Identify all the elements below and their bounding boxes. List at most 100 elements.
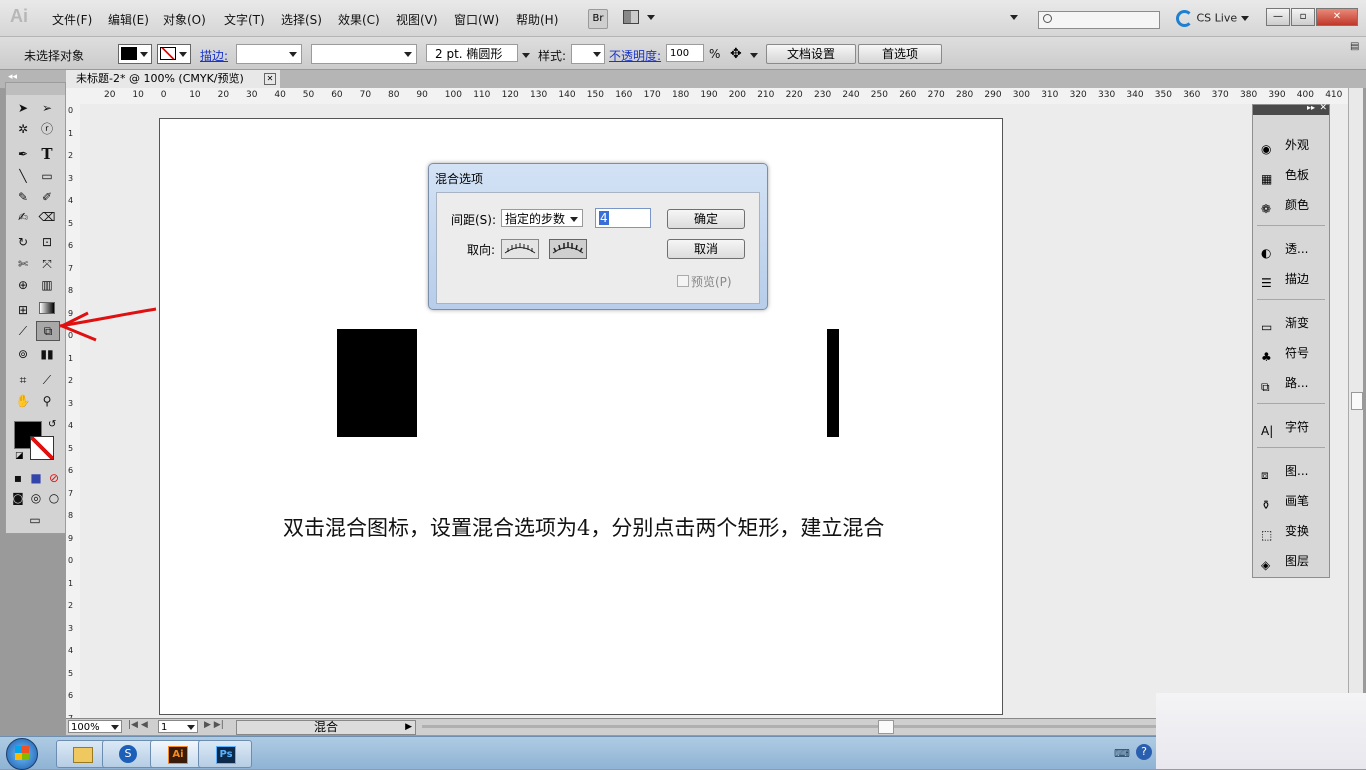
brush-dropdown-icon[interactable] xyxy=(522,53,530,58)
type-tool-icon[interactable]: T xyxy=(36,145,58,163)
ok-button[interactable]: 确定 xyxy=(667,209,745,229)
stroke-swatch[interactable] xyxy=(30,436,54,460)
menu-edit[interactable]: 编辑(E) xyxy=(108,11,149,28)
mesh-tool-icon[interactable]: ⊞ xyxy=(12,301,34,319)
first-artboard-icon[interactable]: |◀ ◀ xyxy=(128,720,148,730)
keyboard-tray-icon[interactable]: ⌨ xyxy=(1114,747,1130,760)
taskbar-sogou-button[interactable]: S xyxy=(102,740,156,768)
rectangle-tool-icon[interactable]: ▭ xyxy=(36,167,58,185)
panel-menu-icon[interactable]: ▤ xyxy=(1350,41,1359,52)
swap-fill-stroke-icon[interactable]: ↺ xyxy=(48,419,56,430)
arrange-documents-button[interactable] xyxy=(622,9,656,27)
panel-item-pathfinder[interactable]: ⧉ 路... xyxy=(1261,373,1325,394)
status-tool-menu[interactable]: 混合 ▶ xyxy=(236,720,416,735)
variable-width-dropdown[interactable] xyxy=(311,44,417,64)
default-fill-stroke-icon[interactable]: ◪ xyxy=(15,451,24,461)
hand-tool-icon[interactable]: ✋ xyxy=(12,392,34,410)
menu-window[interactable]: 窗口(W) xyxy=(454,11,499,28)
brush-definition-dropdown[interactable]: 2 pt. 椭圆形 xyxy=(426,44,518,62)
panel-item-stroke[interactable]: ☰ 描边 xyxy=(1261,269,1325,290)
spacing-dropdown[interactable]: 指定的步数 xyxy=(501,209,583,227)
close-button[interactable]: ✕ xyxy=(1316,8,1358,26)
align-to-path-button[interactable] xyxy=(549,239,587,259)
scroll-thumb[interactable] xyxy=(1351,392,1363,410)
menu-object[interactable]: 对象(O) xyxy=(163,11,206,28)
vertical-scrollbar[interactable] xyxy=(1348,88,1363,718)
menu-help[interactable]: 帮助(H) xyxy=(516,11,558,28)
none-mode-icon[interactable]: ⊘ xyxy=(46,469,62,487)
column-graph-tool-icon[interactable]: ▮▮ xyxy=(36,345,58,363)
horizontal-scroll-thumb[interactable] xyxy=(878,720,894,734)
zoom-tool-icon[interactable]: ⚲ xyxy=(36,392,58,410)
pencil-tool-icon[interactable]: ✐ xyxy=(36,188,58,206)
gradient-mode-icon[interactable]: ■ xyxy=(28,469,44,487)
slice-tool-icon[interactable]: ⟋ xyxy=(36,371,58,389)
maximize-button[interactable]: ▫ xyxy=(1291,8,1315,26)
rotate-tool-icon[interactable]: ↻ xyxy=(12,233,34,251)
panel-item-gradient[interactable]: ▭ 渐变 xyxy=(1261,313,1325,334)
minimize-button[interactable]: — xyxy=(1266,8,1290,26)
selection-tool-icon[interactable]: ➤ xyxy=(12,99,34,117)
close-tab-icon[interactable]: ✕ xyxy=(264,73,276,85)
align-to-page-button[interactable] xyxy=(501,239,539,259)
artboard-tool-icon[interactable]: ⌗ xyxy=(12,371,34,389)
eyedropper-tool-icon[interactable]: ⟋ xyxy=(12,322,34,340)
cs-live-menu[interactable]: CS Live xyxy=(1176,10,1249,27)
draw-normal-icon[interactable]: ◙ xyxy=(10,489,26,507)
scale-tool-icon[interactable]: ⊡ xyxy=(36,233,58,251)
panel-item-symbols[interactable]: ♣ 符号 xyxy=(1261,343,1325,364)
taskbar-illustrator-button[interactable]: Ai xyxy=(150,740,204,768)
artboard-number-dropdown[interactable]: 1 xyxy=(158,720,198,733)
paintbrush-tool-icon[interactable]: ✎ xyxy=(12,188,34,206)
zoom-dropdown[interactable]: 100% xyxy=(68,720,122,733)
start-button[interactable] xyxy=(6,738,38,770)
panel-item-character[interactable]: A| 字符 xyxy=(1261,417,1325,438)
stroke-color-swatch[interactable] xyxy=(157,44,191,64)
workspace-dropdown-icon[interactable] xyxy=(1010,15,1018,20)
close-panels-icon[interactable]: ✕ xyxy=(1319,103,1327,113)
panel-item-transparency[interactable]: ◐ 透... xyxy=(1261,239,1325,260)
width-tool-icon[interactable]: ✄ xyxy=(12,255,34,273)
panel-item-graphic-styles[interactable]: ⧈ 图... xyxy=(1261,461,1325,482)
panel-dock-header[interactable]: ▸▸ ✕ xyxy=(1253,103,1329,115)
taskbar-photoshop-button[interactable]: Ps xyxy=(198,740,252,768)
magic-wand-tool-icon[interactable]: ✲ xyxy=(12,120,34,138)
fill-color-swatch[interactable] xyxy=(118,44,152,64)
direct-selection-tool-icon[interactable]: ➢ xyxy=(36,99,58,117)
steps-input[interactable]: 4 xyxy=(595,208,651,228)
menu-select[interactable]: 选择(S) xyxy=(281,11,322,28)
panel-item-appearance[interactable]: ◉ 外观 xyxy=(1261,135,1325,156)
expand-panels-icon[interactable]: ▸▸ xyxy=(1307,103,1315,112)
preview-checkbox[interactable] xyxy=(677,275,689,287)
symbol-sprayer-tool-icon[interactable]: ⊚ xyxy=(12,345,34,363)
horizontal-scrollbar[interactable] xyxy=(422,725,1272,728)
draw-inside-icon[interactable]: ○ xyxy=(46,489,62,507)
document-setup-button[interactable]: 文档设置 xyxy=(766,44,856,64)
menu-view[interactable]: 视图(V) xyxy=(396,11,438,28)
tools-panel-header[interactable] xyxy=(6,83,65,95)
opacity-label[interactable]: 不透明度: xyxy=(609,47,661,64)
lasso-tool-icon[interactable]: ⓡ xyxy=(36,120,58,138)
stroke-weight-input[interactable] xyxy=(236,44,302,64)
last-artboard-icon[interactable]: ▶ ▶| xyxy=(204,720,224,730)
panel-item-layers[interactable]: ◈ 图层 xyxy=(1261,551,1325,572)
help-tray-icon[interactable]: ? xyxy=(1136,744,1152,760)
menu-file[interactable]: 文件(F) xyxy=(52,11,92,28)
blob-brush-tool-icon[interactable]: ✍ xyxy=(12,208,34,226)
menu-effect[interactable]: 效果(C) xyxy=(338,11,380,28)
free-transform-tool-icon[interactable]: ⤧ xyxy=(36,255,58,273)
preferences-button[interactable]: 首选项 xyxy=(858,44,942,64)
line-tool-icon[interactable]: ╲ xyxy=(12,167,34,185)
panel-item-swatches[interactable]: ▦ 色板 xyxy=(1261,165,1325,186)
graphic-style-dropdown[interactable] xyxy=(571,44,605,64)
black-rectangle-left[interactable] xyxy=(337,329,417,437)
recolor-artwork-icon[interactable]: ✥ xyxy=(730,46,742,62)
gradient-tool-icon[interactable] xyxy=(36,301,58,319)
shape-builder-tool-icon[interactable]: ⊕ xyxy=(12,276,34,294)
color-mode-icon[interactable]: ▪ xyxy=(10,469,26,487)
panel-item-color[interactable]: ❁ 颜色 xyxy=(1261,195,1325,216)
panel-item-transform[interactable]: ⬚ 变换 xyxy=(1261,521,1325,542)
collapse-panel-icon[interactable]: ◂◂ xyxy=(8,72,17,82)
opacity-input[interactable]: 100 xyxy=(666,44,704,62)
menu-type[interactable]: 文字(T) xyxy=(224,11,265,28)
